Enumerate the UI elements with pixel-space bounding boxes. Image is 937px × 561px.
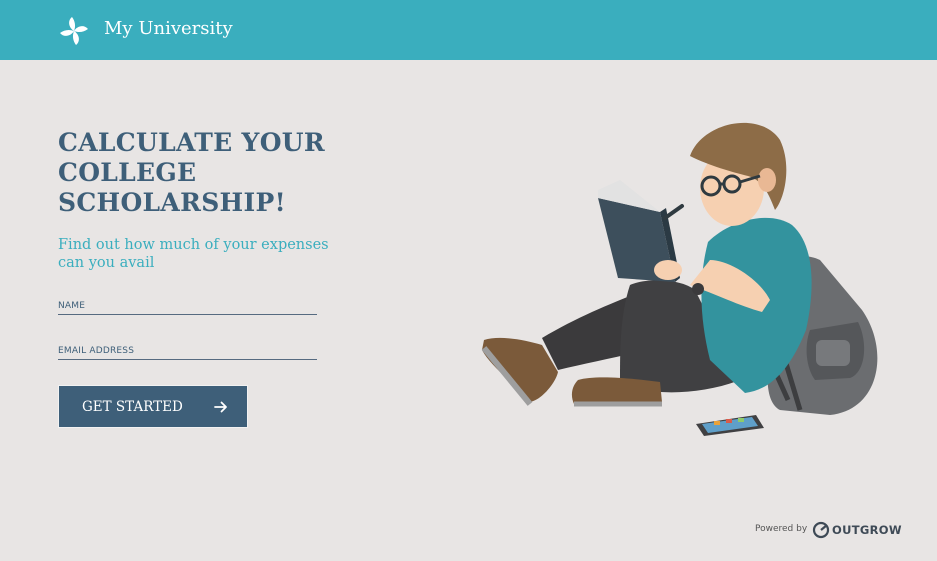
get-started-button[interactable]: GET STARTED xyxy=(58,385,248,428)
name-field xyxy=(58,293,317,317)
email-input[interactable] xyxy=(58,340,317,362)
student-reading-illustration xyxy=(481,122,878,436)
page-subtitle: Find out how much of your expenses can y… xyxy=(58,237,329,271)
shoe-right xyxy=(571,377,662,404)
powered-by-label: Powered by xyxy=(755,524,808,534)
arrow-right-icon xyxy=(214,401,227,413)
outgrow-brand[interactable]: OUTGROW xyxy=(832,523,902,537)
email-field xyxy=(58,338,317,362)
page-title: CALCULATE YOUR COLLEGE SCHOLARSHIP! xyxy=(58,128,325,217)
name-input[interactable] xyxy=(58,295,317,317)
pinwheel-icon[interactable] xyxy=(57,14,91,48)
brand-name[interactable]: My University xyxy=(104,18,233,39)
outgrow-logo-icon[interactable] xyxy=(812,521,830,539)
top-bar: My University xyxy=(0,0,937,60)
get-started-label: GET STARTED xyxy=(82,399,183,415)
tablet xyxy=(696,415,764,436)
head xyxy=(690,122,787,226)
